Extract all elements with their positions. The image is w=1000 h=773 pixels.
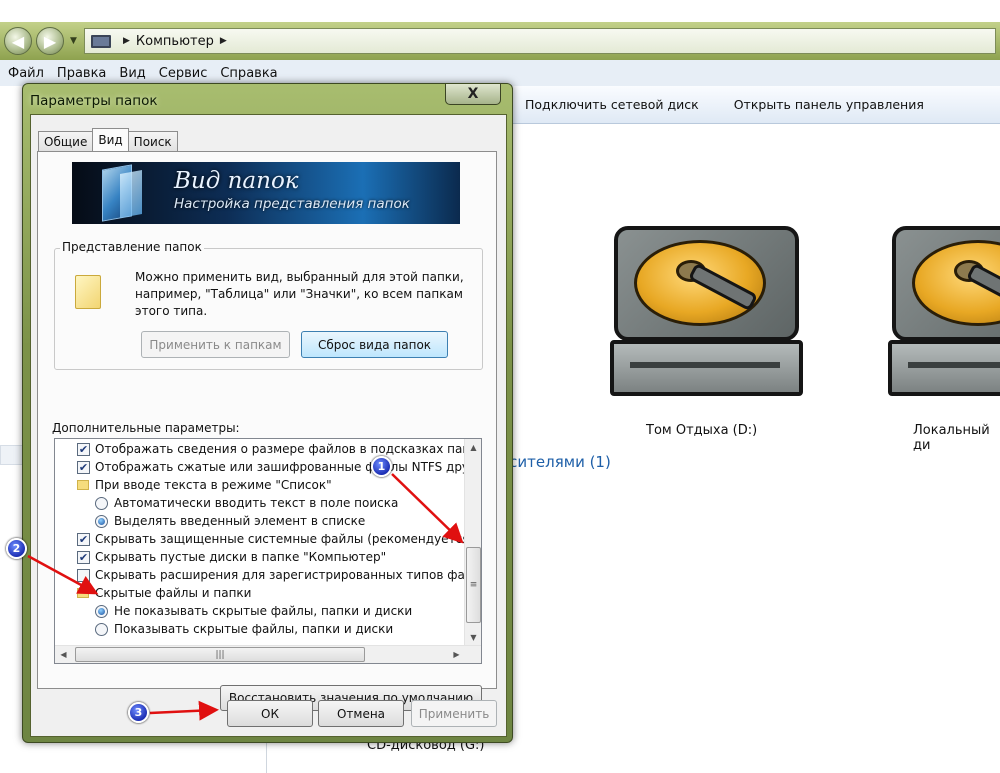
list-item-label: Скрывать расширения для зарегистрированн… [95,568,482,582]
list-item[interactable]: Показывать скрытые файлы, папки и диски [95,620,393,638]
ok-button[interactable]: ОК [227,700,313,727]
dialog-title: Параметры папок [30,93,158,109]
menu-view[interactable]: Вид [119,66,145,81]
radio[interactable] [95,604,108,618]
radio[interactable] [95,496,108,510]
menu-help[interactable]: Справка [220,66,277,81]
breadcrumb-arrow-icon[interactable]: ▶ [220,36,227,46]
checkbox[interactable]: ✔ [77,532,90,546]
list-item-label: Не показывать скрытые файлы, папки и дис… [114,604,413,618]
apply-button[interactable]: Применить [411,700,497,727]
list-item-label: Показывать скрытые файлы, папки и диски [114,622,394,636]
advanced-settings-label: Дополнительные параметры: [52,421,240,435]
list-item: При вводе текста в режиме "Список" [77,476,332,494]
scroll-thumb[interactable]: ||| [75,647,365,662]
marker-2: 2 [6,538,27,559]
hard-drive-icon[interactable] [888,222,1000,412]
map-network-drive-button[interactable]: Подключить сетевой диск [525,97,699,112]
scroll-left-icon[interactable]: ◀ [55,646,72,663]
tab-strip: Общие Вид Поиск [38,128,178,151]
list-item: Скрытые файлы и папки [77,584,251,602]
folder-views-group: Представление папок Можно применить вид,… [54,240,483,370]
explorer-content: Том Отдыха (D:) Локальный ди осителями (… [500,124,1000,773]
radio[interactable] [95,514,108,528]
list-item-label: Автоматически вводить текст в поле поиск… [114,496,399,510]
marker-1: 1 [371,456,392,477]
folder-view-icon [120,170,142,218]
checkbox[interactable]: ✔ [77,442,90,456]
view-tab-panel: Вид папок Настройка представления папок … [37,151,497,711]
list-item[interactable]: Скрывать расширения для зарегистрированн… [77,566,482,584]
breadcrumb-arrow-icon[interactable]: ▶ [123,36,130,46]
drive-d-label[interactable]: Том Отдыха (D:) [646,423,757,438]
folder-views-description: Можно применить вид, выбранный для этой … [135,270,464,318]
list-item-label: Отображать сжатые или зашифрованные файл… [95,460,481,474]
close-button[interactable]: X [445,84,501,105]
hard-drive-icon[interactable] [610,222,810,412]
tab-general[interactable]: Общие [38,131,94,151]
drive-local-label[interactable]: Локальный ди [913,423,1000,453]
list-item[interactable]: ✔ Отображать сведения о размере файлов в… [77,440,482,458]
back-arrow-icon[interactable]: ◀ [4,27,32,55]
list-item-label: Отображать сведения о размере файлов в п… [95,442,482,456]
radio[interactable] [95,622,108,636]
folder-views-label: Представление папок [60,240,204,254]
dialog-client: Общие Вид Поиск Вид папок Настройка пред… [30,114,507,737]
list-item-label: Скрывать пустые диски в папке "Компьютер… [95,550,387,564]
scroll-right-icon[interactable]: ▶ [448,646,465,663]
list-item[interactable]: Выделять введенный элемент в списке [95,512,365,530]
banner-title: Вид папок [174,168,299,194]
forward-arrow-icon[interactable]: ▶ [36,27,64,55]
folder-icon [77,480,89,490]
folder-options-dialog: Параметры папок X Общие Вид Поиск Вид па… [22,83,513,743]
address-bar-area: ◀ ▶ ▼ ▶ Компьютер ▶ [0,22,1000,60]
vertical-scrollbar[interactable]: ▲ ≡ ▼ [464,439,481,646]
list-item[interactable]: ✔ Скрывать пустые диски в папке "Компьют… [77,548,386,566]
list-item-label: Скрывать защищенные системные файлы (рек… [95,532,475,546]
horizontal-scrollbar[interactable]: ◀ ||| ▶ [55,645,481,663]
scroll-up-icon[interactable]: ▲ [465,439,481,456]
nav-pane-item[interactable] [0,445,24,465]
pane-divider [266,740,267,773]
removable-group-header[interactable]: осителями (1) [500,453,611,471]
marker-3: 3 [128,702,149,723]
computer-icon [91,34,111,48]
list-item-label: Выделять введенный элемент в списке [114,514,366,528]
address-input[interactable]: ▶ Компьютер ▶ [84,28,996,54]
checkbox[interactable]: ✔ [77,460,90,474]
advanced-settings-list[interactable]: ✔ Отображать сведения о размере файлов в… [54,438,482,664]
folder-icon [77,588,89,598]
list-item-label: При вводе текста в режиме "Список" [95,478,332,492]
apply-to-folders-button[interactable]: Применить к папкам [141,331,290,358]
banner: Вид папок Настройка представления папок [72,162,460,224]
explorer-toolbar: Подключить сетевой диск Открыть панель у… [500,86,1000,124]
reset-folders-button[interactable]: Сброс вида папок [301,331,448,358]
list-item[interactable]: Не показывать скрытые файлы, папки и дис… [95,602,412,620]
tab-search[interactable]: Поиск [127,131,178,151]
menu-tools[interactable]: Сервис [159,66,208,81]
checkbox[interactable] [77,568,90,582]
list-item[interactable]: Автоматически вводить текст в поле поиск… [95,494,398,512]
breadcrumb-computer[interactable]: Компьютер [136,34,214,49]
banner-subtitle: Настройка представления папок [174,196,410,212]
open-control-panel-button[interactable]: Открыть панель управления [734,97,924,112]
folder-icon [75,275,101,309]
scroll-thumb[interactable]: ≡ [466,547,481,623]
menu-file[interactable]: Файл [8,66,44,81]
tab-view[interactable]: Вид [92,128,129,151]
list-item-label: Скрытые файлы и папки [95,586,252,600]
checkbox[interactable]: ✔ [77,550,90,564]
cancel-button[interactable]: Отмена [318,700,404,727]
history-dropdown-icon[interactable]: ▼ [70,36,77,46]
list-item[interactable]: ✔ Отображать сжатые или зашифрованные фа… [77,458,481,476]
menu-edit[interactable]: Правка [57,66,106,81]
scroll-down-icon[interactable]: ▼ [465,629,481,646]
list-item[interactable]: ✔ Скрывать защищенные системные файлы (р… [77,530,474,548]
